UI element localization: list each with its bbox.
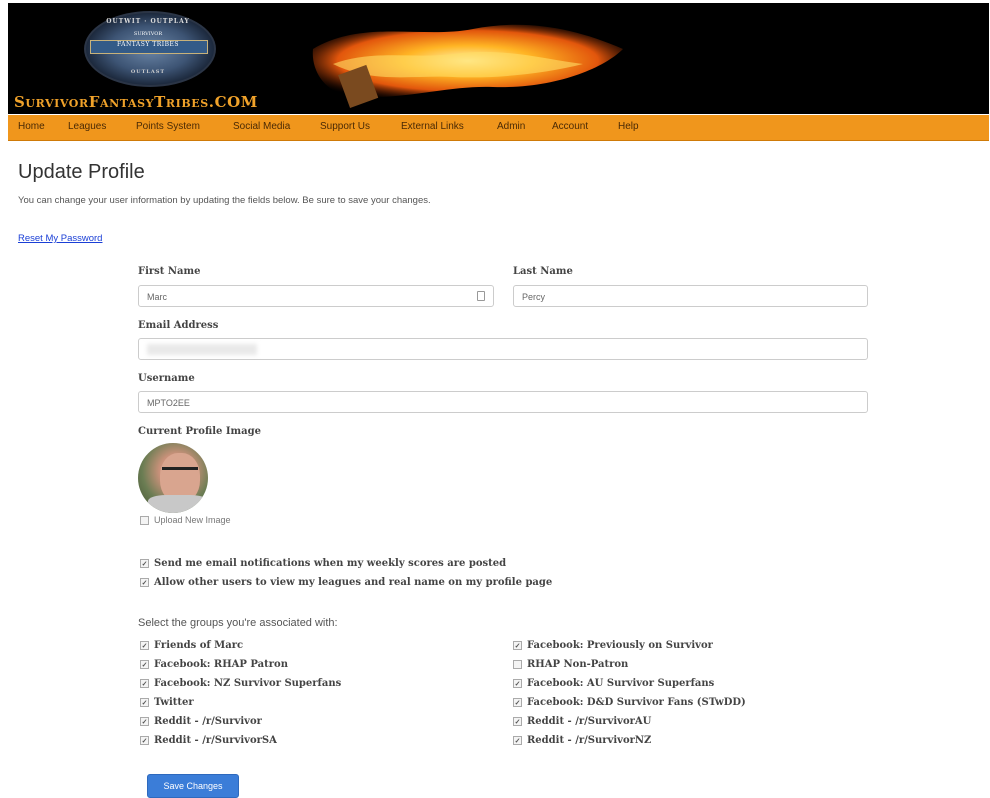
last-name-label: Last Name [513,266,573,277]
group-label: Reddit - /r/SurvivorSA [154,735,277,746]
group-option[interactable]: RHAP Non-Patron [513,659,628,670]
site-banner: OUTWIT · OUTPLAY SURVIVOR FANTASY TRIBES… [8,3,989,114]
group-option[interactable]: ✓ Twitter [140,697,194,708]
logo-top-text: OUTWIT · OUTPLAY [106,18,190,25]
group-checkbox[interactable]: ✓ [513,679,522,688]
group-label: Reddit - /r/Survivor [154,716,262,727]
group-checkbox[interactable]: ✓ [140,679,149,688]
nav-admin[interactable]: Admin [497,121,525,132]
group-checkbox[interactable]: ✓ [513,641,522,650]
email-label: Email Address [138,320,219,331]
nav-social-media[interactable]: Social Media [233,121,290,132]
group-label: Facebook: D&D Survivor Fans (STwDD) [527,697,746,708]
last-name-value: Percy [522,292,546,302]
group-label: RHAP Non-Patron [527,659,629,670]
allow-view-checkbox[interactable]: ✓ [140,578,149,587]
allow-view-option[interactable]: ✓ Allow other users to view my leagues a… [140,577,552,588]
notify-email-checkbox[interactable]: ✓ [140,559,149,568]
group-label: Facebook: Previously on Survivor [527,640,713,651]
group-option[interactable]: ✓ Facebook: AU Survivor Superfans [513,678,714,689]
nav-external-links[interactable]: External Links [401,121,464,132]
group-checkbox[interactable] [513,660,522,669]
upload-image-label: Upload New Image [154,515,231,525]
main-navbar: Home Leagues Points System Social Media … [8,115,989,141]
group-option[interactable]: ✓ Friends of Marc [140,640,243,651]
username-label: Username [138,373,195,384]
first-name-field[interactable]: Marc [138,285,494,307]
logo-bottom-text: OUTLAST [130,69,166,75]
allow-view-label: Allow other users to view my leagues and… [154,577,553,588]
username-field[interactable]: MPTO2EE [138,391,868,413]
nav-account[interactable]: Account [552,121,588,132]
group-option[interactable]: ✓ Reddit - /r/SurvivorAU [513,716,651,727]
group-label: Facebook: AU Survivor Superfans [527,678,715,689]
group-option[interactable]: ✓ Facebook: Previously on Survivor [513,640,713,651]
upload-image-option[interactable]: Upload New Image [140,515,231,525]
nav-help[interactable]: Help [618,121,639,132]
redacted-email [147,344,257,355]
notify-email-label: Send me email notifications when my week… [154,558,507,569]
group-label: Friends of Marc [154,640,244,651]
reset-password-link[interactable]: Reset My Password [18,233,102,244]
group-option[interactable]: ✓ Facebook: NZ Survivor Superfans [140,678,341,689]
group-option[interactable]: ✓ Reddit - /r/SurvivorSA [140,735,277,746]
group-label: Twitter [154,697,194,708]
group-label: Reddit - /r/SurvivorNZ [527,735,652,746]
profile-image-label: Current Profile Image [138,426,261,437]
group-checkbox[interactable]: ✓ [513,736,522,745]
page-title: Update Profile [18,161,145,183]
nav-support-us[interactable]: Support Us [320,121,370,132]
group-option[interactable]: ✓ Facebook: D&D Survivor Fans (STwDD) [513,697,746,708]
group-option[interactable]: ✓ Reddit - /r/SurvivorNZ [513,735,651,746]
site-title[interactable]: SurvivorFantasyTribes.COM [14,93,258,111]
logo-band-text: FANTASY TRIBES [117,41,179,48]
username-value: MPTO2EE [147,398,190,408]
profile-avatar [138,443,208,513]
avatar-shirt [148,495,208,513]
torch-flame-image [312,24,623,109]
email-field[interactable] [138,338,868,360]
first-name-label: First Name [138,266,201,277]
nav-home[interactable]: Home [18,121,45,132]
group-checkbox[interactable]: ✓ [140,717,149,726]
group-checkbox[interactable]: ✓ [140,660,149,669]
group-option[interactable]: ✓ Facebook: RHAP Patron [140,659,288,670]
nav-leagues[interactable]: Leagues [68,121,106,132]
group-option[interactable]: ✓ Reddit - /r/Survivor [140,716,262,727]
last-name-field[interactable]: Percy [513,285,868,307]
logo-mid-text: SURVIVOR [133,31,163,37]
avatar-glasses [162,467,198,476]
nav-points-system[interactable]: Points System [136,121,200,132]
notify-email-option[interactable]: ✓ Send me email notifications when my we… [140,558,506,569]
group-label: Reddit - /r/SurvivorAU [527,716,652,727]
page-intro: You can change your user information by … [18,195,431,206]
upload-image-checkbox[interactable] [140,515,149,525]
group-checkbox[interactable]: ✓ [140,736,149,745]
group-checkbox[interactable]: ✓ [140,641,149,650]
autofill-icon[interactable] [477,291,485,301]
group-label: Facebook: RHAP Patron [154,659,288,670]
groups-heading: Select the groups you're associated with… [138,617,338,629]
group-checkbox[interactable]: ✓ [140,698,149,707]
group-label: Facebook: NZ Survivor Superfans [154,678,342,689]
group-checkbox[interactable]: ✓ [513,698,522,707]
group-checkbox[interactable]: ✓ [513,717,522,726]
save-changes-button[interactable]: Save Changes [147,774,239,798]
first-name-value: Marc [147,292,167,302]
